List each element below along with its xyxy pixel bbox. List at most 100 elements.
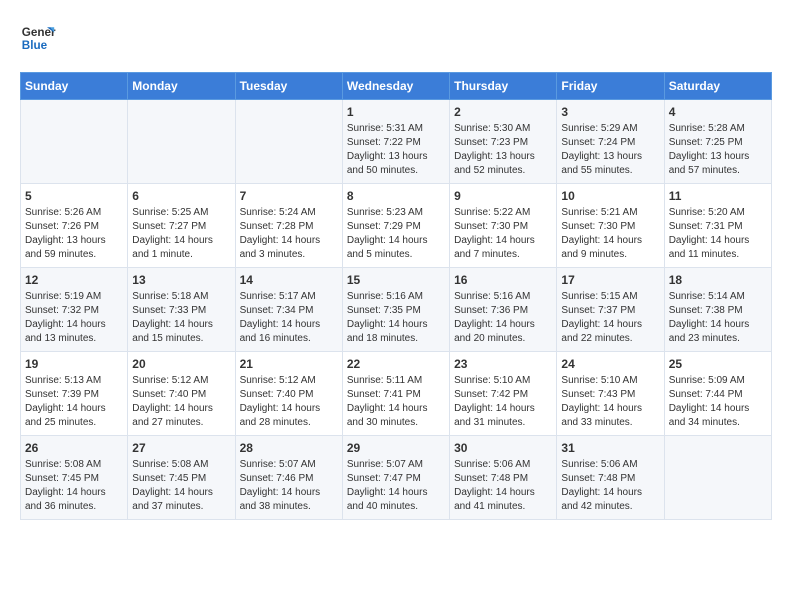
day-header-monday: Monday — [128, 73, 235, 100]
calendar-cell: 20Sunrise: 5:12 AM Sunset: 7:40 PM Dayli… — [128, 352, 235, 436]
calendar-cell: 15 Sunrise: 5:16 AM Sunset: 7:35 PM Dayli… — [342, 268, 449, 352]
day-content: Sunrise: 5:20 AM Sunset: 7:31 PM Dayligh… — [669, 206, 767, 262]
day-number: 21 — [240, 357, 338, 371]
day-content: Sunrise: 5:11 AM Sunset: 7:41 PM Dayligh… — [347, 374, 445, 430]
day-content: Sunrise: 5:12 AM Sunset: 7:40 PM Dayligh… — [240, 374, 338, 430]
day-number: 29 — [347, 441, 445, 455]
day-content: Sunrise: 5:17 AM Sunset: 7:34 PM Dayligh… — [240, 290, 338, 346]
day-content: Sunrise: 5:08 AM Sunset: 7:45 PM Dayligh… — [132, 458, 230, 514]
day-header-friday: Friday — [557, 73, 664, 100]
calendar-week-row: 19 Sunrise: 5:13 AM Sunset: 7:39 PM Dayli… — [21, 352, 772, 436]
calendar-cell: 5 Sunrise: 5:26 AM Sunset: 7:26 PM Daylig… — [21, 184, 128, 268]
day-content: Sunrise: 5:06 AM Sunset: 7:48 PM Dayligh… — [454, 458, 552, 514]
day-number: 15 — [347, 273, 445, 287]
calendar-week-row: 12Sunrise: 5:19 AM Sunset: 7:32 PM Dayli… — [21, 268, 772, 352]
calendar-cell: 27 Sunrise: 5:08 AM Sunset: 7:45 PM Dayli… — [128, 436, 235, 520]
calendar-cell: 9 Sunrise: 5:22 AM Sunset: 7:30 PM Daylig… — [450, 184, 557, 268]
day-content: Sunrise: 5:21 AM Sunset: 7:30 PM Dayligh… — [561, 206, 659, 262]
calendar-cell: 4 Sunrise: 5:28 AM Sunset: 7:25 PM Daylig… — [664, 100, 771, 184]
day-number: 23 — [454, 357, 552, 371]
day-number: 30 — [454, 441, 552, 455]
calendar-cell: 13Sunrise: 5:18 AM Sunset: 7:33 PM Dayli… — [128, 268, 235, 352]
day-number: 31 — [561, 441, 659, 455]
calendar-cell: 23Sunrise: 5:10 AM Sunset: 7:42 PM Dayli… — [450, 352, 557, 436]
calendar-cell: 31 Sunrise: 5:06 AM Sunset: 7:48 PM Dayli… — [557, 436, 664, 520]
day-number: 27 — [132, 441, 230, 455]
calendar-cell — [128, 100, 235, 184]
day-number: 17 — [561, 273, 659, 287]
calendar-header-row: SundayMondayTuesdayWednesdayThursdayFrid… — [21, 73, 772, 100]
day-content: Sunrise: 5:08 AM Sunset: 7:45 PM Dayligh… — [25, 458, 123, 514]
day-header-sunday: Sunday — [21, 73, 128, 100]
day-number: 11 — [669, 189, 767, 203]
day-number: 20 — [132, 357, 230, 371]
calendar-cell: 24 Sunrise: 5:10 AM Sunset: 7:43 PM Dayli… — [557, 352, 664, 436]
calendar-week-row: 1 Sunrise: 5:31 AM Sunset: 7:22 PM Daylig… — [21, 100, 772, 184]
day-content: Sunrise: 5:06 AM Sunset: 7:48 PM Dayligh… — [561, 458, 659, 514]
calendar-cell — [664, 436, 771, 520]
day-content: Sunrise: 5:18 AM Sunset: 7:33 PM Dayligh… — [132, 290, 230, 346]
day-header-saturday: Saturday — [664, 73, 771, 100]
calendar-cell: 22 Sunrise: 5:11 AM Sunset: 7:41 PM Dayli… — [342, 352, 449, 436]
day-content: Sunrise: 5:10 AM Sunset: 7:43 PM Dayligh… — [561, 374, 659, 430]
day-number: 14 — [240, 273, 338, 287]
day-number: 6 — [132, 189, 230, 203]
calendar-cell: 14 Sunrise: 5:17 AM Sunset: 7:34 PM Dayli… — [235, 268, 342, 352]
day-number: 19 — [25, 357, 123, 371]
calendar-cell: 10 Sunrise: 5:21 AM Sunset: 7:30 PM Dayli… — [557, 184, 664, 268]
day-number: 26 — [25, 441, 123, 455]
day-number: 4 — [669, 105, 767, 119]
day-content: Sunrise: 5:26 AM Sunset: 7:26 PM Dayligh… — [25, 206, 123, 262]
day-number: 5 — [25, 189, 123, 203]
day-number: 3 — [561, 105, 659, 119]
calendar-cell: 19 Sunrise: 5:13 AM Sunset: 7:39 PM Dayli… — [21, 352, 128, 436]
calendar-cell: 28 Sunrise: 5:07 AM Sunset: 7:46 PM Dayli… — [235, 436, 342, 520]
calendar-week-row: 26 Sunrise: 5:08 AM Sunset: 7:45 PM Dayli… — [21, 436, 772, 520]
day-header-tuesday: Tuesday — [235, 73, 342, 100]
day-number: 28 — [240, 441, 338, 455]
calendar-cell: 8 Sunrise: 5:23 AM Sunset: 7:29 PM Daylig… — [342, 184, 449, 268]
calendar-week-row: 5 Sunrise: 5:26 AM Sunset: 7:26 PM Daylig… — [21, 184, 772, 268]
day-header-wednesday: Wednesday — [342, 73, 449, 100]
day-number: 10 — [561, 189, 659, 203]
calendar-cell: 1 Sunrise: 5:31 AM Sunset: 7:22 PM Daylig… — [342, 100, 449, 184]
day-number: 1 — [347, 105, 445, 119]
calendar-cell: 11 Sunrise: 5:20 AM Sunset: 7:31 PM Dayli… — [664, 184, 771, 268]
day-content: Sunrise: 5:31 AM Sunset: 7:22 PM Dayligh… — [347, 122, 445, 178]
day-number: 24 — [561, 357, 659, 371]
calendar-cell: 25Sunrise: 5:09 AM Sunset: 7:44 PM Dayli… — [664, 352, 771, 436]
day-number: 25 — [669, 357, 767, 371]
day-content: Sunrise: 5:13 AM Sunset: 7:39 PM Dayligh… — [25, 374, 123, 430]
day-content: Sunrise: 5:14 AM Sunset: 7:38 PM Dayligh… — [669, 290, 767, 346]
day-number: 16 — [454, 273, 552, 287]
day-content: Sunrise: 5:07 AM Sunset: 7:46 PM Dayligh… — [240, 458, 338, 514]
calendar-cell: 6Sunrise: 5:25 AM Sunset: 7:27 PM Daylig… — [128, 184, 235, 268]
day-content: Sunrise: 5:22 AM Sunset: 7:30 PM Dayligh… — [454, 206, 552, 262]
calendar-cell: 3 Sunrise: 5:29 AM Sunset: 7:24 PM Daylig… — [557, 100, 664, 184]
logo-icon: General Blue — [20, 20, 56, 56]
calendar-table: SundayMondayTuesdayWednesdayThursdayFrid… — [20, 72, 772, 520]
calendar-cell: 17 Sunrise: 5:15 AM Sunset: 7:37 PM Dayli… — [557, 268, 664, 352]
calendar-cell: 26 Sunrise: 5:08 AM Sunset: 7:45 PM Dayli… — [21, 436, 128, 520]
day-number: 18 — [669, 273, 767, 287]
calendar-cell: 7Sunrise: 5:24 AM Sunset: 7:28 PM Daylig… — [235, 184, 342, 268]
calendar-cell: 16 Sunrise: 5:16 AM Sunset: 7:36 PM Dayli… — [450, 268, 557, 352]
day-content: Sunrise: 5:19 AM Sunset: 7:32 PM Dayligh… — [25, 290, 123, 346]
calendar-cell: 29Sunrise: 5:07 AM Sunset: 7:47 PM Dayli… — [342, 436, 449, 520]
day-content: Sunrise: 5:28 AM Sunset: 7:25 PM Dayligh… — [669, 122, 767, 178]
day-content: Sunrise: 5:30 AM Sunset: 7:23 PM Dayligh… — [454, 122, 552, 178]
day-content: Sunrise: 5:23 AM Sunset: 7:29 PM Dayligh… — [347, 206, 445, 262]
calendar-cell: 18 Sunrise: 5:14 AM Sunset: 7:38 PM Dayli… — [664, 268, 771, 352]
day-number: 8 — [347, 189, 445, 203]
day-content: Sunrise: 5:29 AM Sunset: 7:24 PM Dayligh… — [561, 122, 659, 178]
day-number: 7 — [240, 189, 338, 203]
day-content: Sunrise: 5:16 AM Sunset: 7:36 PM Dayligh… — [454, 290, 552, 346]
calendar-cell — [21, 100, 128, 184]
calendar-cell: 2Sunrise: 5:30 AM Sunset: 7:23 PM Daylig… — [450, 100, 557, 184]
calendar-cell: 21 Sunrise: 5:12 AM Sunset: 7:40 PM Dayli… — [235, 352, 342, 436]
day-content: Sunrise: 5:16 AM Sunset: 7:35 PM Dayligh… — [347, 290, 445, 346]
day-content: Sunrise: 5:15 AM Sunset: 7:37 PM Dayligh… — [561, 290, 659, 346]
day-number: 22 — [347, 357, 445, 371]
day-number: 9 — [454, 189, 552, 203]
calendar-cell: 30 Sunrise: 5:06 AM Sunset: 7:48 PM Dayli… — [450, 436, 557, 520]
